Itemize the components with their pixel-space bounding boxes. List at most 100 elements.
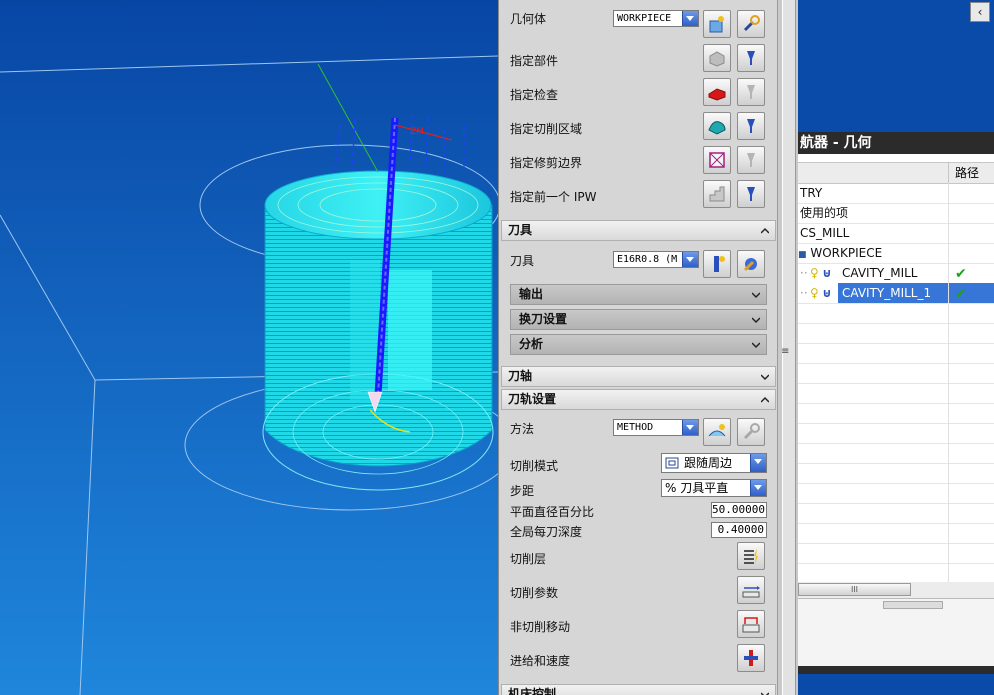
show-part-button[interactable] — [737, 44, 765, 72]
tree-row-cavity-mill-1[interactable]: ·· ♀ ⊎ CAVITY_MILL_1 ✔ — [798, 283, 994, 304]
tool-change-subsection-title: 换刀设置 — [519, 312, 568, 326]
new-tool-button[interactable] — [703, 250, 731, 278]
new-method-button[interactable] — [703, 418, 731, 446]
geometry-select[interactable]: WORKPIECE — [613, 10, 699, 27]
new-tool-icon — [714, 256, 725, 272]
tree-row-mcs-mill[interactable]: CS_MILL — [798, 223, 994, 244]
tree-connector: ·· — [800, 286, 808, 300]
viewport-canvas[interactable]: ZM — [0, 0, 498, 695]
output-subsection[interactable]: 输出 — [510, 284, 767, 305]
cut-parameters-label: 切削参数 — [510, 586, 559, 600]
tree-row-name: CS_MILL — [800, 226, 850, 240]
path-cell — [948, 243, 994, 263]
new-geometry-icon — [709, 16, 724, 33]
chevron-down-icon — [761, 692, 769, 695]
chevron-up-icon — [761, 396, 769, 403]
flashlight-icon — [747, 119, 755, 133]
chevron-down-icon[interactable] — [682, 420, 698, 435]
tree-row-unused[interactable]: 使用的项 — [798, 203, 994, 224]
tree-row-geometry[interactable]: TRY — [798, 183, 994, 204]
chevron-down-icon[interactable] — [682, 252, 698, 267]
navigator-tree: 路径 TRY 使用的项 CS_MILL ■ WORKPIECE ·· ♀ ⊎ C… — [798, 154, 994, 667]
cut-levels-label: 切削层 — [510, 552, 547, 566]
tool-axis-section-header[interactable]: 刀轴 — [501, 366, 776, 387]
specify-cut-area-button[interactable] — [703, 112, 731, 140]
machine-control-section-header[interactable]: 机床控制 — [501, 684, 776, 695]
cut-levels-button[interactable] — [737, 542, 765, 570]
chevron-down-icon[interactable] — [750, 454, 766, 472]
flashlight-icon — [747, 153, 755, 167]
path-cell — [948, 203, 994, 223]
path-settings-section-header[interactable]: 刀轨设置 — [501, 389, 776, 410]
tool-section-title: 刀具 — [508, 223, 533, 237]
feeds-speeds-button[interactable] — [737, 644, 765, 672]
chevron-down-icon[interactable] — [750, 480, 766, 496]
chevron-down-icon — [761, 374, 769, 381]
geometry-select-value: WORKPIECE — [617, 13, 672, 24]
specify-ipw-button[interactable] — [703, 180, 731, 208]
tool-change-subsection[interactable]: 换刀设置 — [510, 309, 767, 330]
operation-navigator: ‹ 航器 - 几何 路径 TRY 使用的项 CS_MILL ■ WORKPIEC… — [798, 0, 994, 695]
non-cutting-moves-button[interactable] — [737, 610, 765, 638]
part-cylinder — [262, 170, 494, 491]
tree-row-cavity-mill[interactable]: ·· ♀ ⊎ CAVITY_MILL ✔ — [798, 263, 994, 284]
path-column-header[interactable]: 路径 — [948, 163, 979, 183]
chevron-down-icon[interactable] — [682, 11, 698, 26]
global-depth-input[interactable]: 0.40000 — [711, 522, 767, 538]
chevron-down-icon — [752, 342, 760, 349]
cut-parameters-icon — [742, 586, 760, 598]
edit-geometry-button[interactable] — [737, 10, 765, 38]
specify-check-button[interactable] — [703, 78, 731, 106]
non-cutting-moves-label: 非切削移动 — [510, 620, 571, 634]
specify-ipw-label: 指定前一个 IPW — [510, 190, 597, 204]
specify-check-label: 指定检查 — [510, 88, 559, 102]
check-icon: ✔ — [955, 286, 967, 302]
method-label: 方法 — [510, 422, 535, 436]
scrollbar-thumb[interactable]: III — [798, 583, 911, 596]
lightbulb-icon: ♀ — [810, 266, 819, 280]
flashlight-icon — [747, 51, 755, 65]
show-trim-boundary-button[interactable] — [737, 146, 765, 174]
specify-trim-boundary-button[interactable] — [703, 146, 731, 174]
horizontal-scrollbar[interactable]: III — [798, 582, 994, 598]
new-geometry-button[interactable] — [703, 10, 731, 38]
workpiece-node-icon: ■ — [798, 250, 807, 260]
details-scrollbar[interactable] — [883, 601, 943, 609]
check-body-icon — [708, 88, 726, 101]
graphics-viewport[interactable]: ZM — [0, 0, 498, 695]
tree-row-name: TRY — [800, 186, 823, 200]
show-cut-area-button[interactable] — [737, 112, 765, 140]
specify-cut-area-label: 指定切削区域 — [510, 122, 583, 136]
tree-empty-area — [798, 304, 994, 582]
tool-section-header[interactable]: 刀具 — [501, 220, 776, 241]
tool-select[interactable]: E16R0.8 (M — [613, 251, 699, 268]
panel-splitter[interactable]: ≡ — [777, 0, 799, 695]
navigator-title: 航器 - 几何 — [798, 132, 994, 154]
edit-method-button[interactable] — [737, 418, 765, 446]
stepover-select[interactable]: % 刀具平直 — [661, 479, 767, 497]
navigator-header: 路径 — [798, 162, 994, 184]
tool-select-value: E16R0.8 (M — [617, 254, 678, 265]
specify-trim-boundary-label: 指定修剪边界 — [510, 156, 583, 170]
tree-row-workpiece[interactable]: ■ WORKPIECE — [798, 243, 994, 264]
cut-mode-select[interactable]: 跟随周边 — [661, 453, 767, 473]
navigator-footer — [798, 666, 994, 674]
output-subsection-title: 输出 — [519, 287, 544, 301]
analysis-subsection[interactable]: 分析 — [510, 334, 767, 355]
feeds-speeds-icon — [744, 650, 758, 666]
path-settings-section-title: 刀轨设置 — [508, 392, 557, 406]
collapse-navigator-button[interactable]: ‹ — [970, 2, 990, 22]
cut-parameters-button[interactable] — [737, 576, 765, 604]
method-select[interactable]: METHOD — [613, 419, 699, 436]
edit-tool-button[interactable] — [737, 250, 765, 278]
specify-part-button[interactable] — [703, 44, 731, 72]
splitter-grip-icon[interactable]: ≡ — [781, 346, 789, 357]
cut-mode-label: 切削模式 — [510, 459, 559, 473]
show-check-button[interactable] — [737, 78, 765, 106]
flat-diameter-percent-input[interactable]: 50.00000 — [711, 502, 767, 518]
show-ipw-button[interactable] — [737, 180, 765, 208]
navigator-details-pane — [798, 598, 994, 667]
tree-row-name: CAVITY_MILL_1 — [838, 283, 952, 303]
tree-column-divider — [948, 304, 949, 582]
analysis-subsection-title: 分析 — [519, 337, 544, 351]
